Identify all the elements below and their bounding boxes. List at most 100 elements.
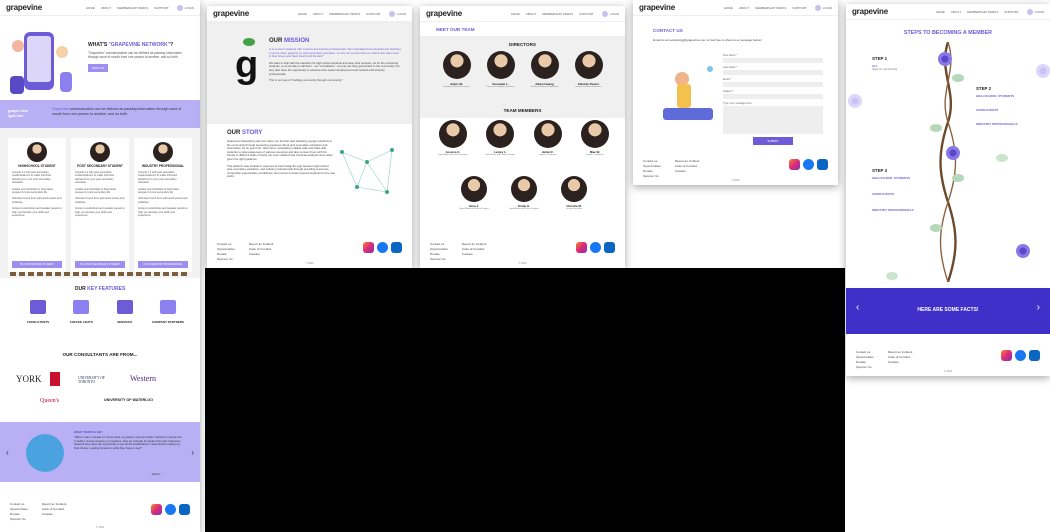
facebook-icon[interactable]	[590, 242, 601, 253]
instagram-icon[interactable]	[789, 159, 800, 170]
chevron-left-icon[interactable]: ‹	[6, 448, 9, 457]
linkedin-icon[interactable]	[391, 242, 402, 253]
nav-about[interactable]: ABOUT	[526, 12, 536, 16]
chevron-right-icon[interactable]: ›	[191, 448, 194, 457]
contact-form: First Name * Last Name * Email * Subject…	[723, 54, 823, 145]
facebook-icon[interactable]	[165, 504, 176, 515]
navbar: grapevine HOME ABOUT MEMBERSHIP PERKS SUPPO…	[633, 0, 838, 16]
brand-logo[interactable]: grapevine	[852, 7, 888, 16]
feature-coffee-chats[interactable]: COFFEE CHATS	[61, 300, 101, 324]
members-row-1: Jessica C. Digital Media and Content Desi…	[434, 120, 614, 156]
copyright: © 2022	[305, 262, 314, 265]
nav-home[interactable]: HOME	[511, 12, 520, 16]
nav-support[interactable]: SUPPORT	[792, 6, 806, 10]
brand-logo[interactable]: grapevine	[6, 3, 42, 12]
footer: Contact us Opportunities Donate Sponsor Us …	[0, 490, 200, 532]
footer: Contact us Opportunities Donate Sponsor Us …	[207, 234, 412, 268]
footer: Contact us Opportunities Donate Sponsor Us …	[846, 342, 1050, 376]
nav-about[interactable]: ABOUT	[951, 10, 961, 14]
director-card: Adam Huang Director of Financial Operatio…	[530, 51, 560, 88]
instagram-icon[interactable]	[151, 504, 162, 515]
last-name-input[interactable]	[723, 70, 823, 75]
nav-home[interactable]: HOME	[724, 6, 733, 10]
members-title: TEAM MEMBERS	[503, 108, 542, 113]
brand-logo[interactable]: grapevine	[426, 9, 462, 18]
facebook-icon[interactable]	[377, 242, 388, 253]
nav-support[interactable]: SUPPORT	[366, 12, 380, 16]
facebook-icon[interactable]	[803, 159, 814, 170]
nav-membership[interactable]: MEMBERSHIP PERKS	[117, 6, 148, 10]
home-page-card: grapevine HOME ABOUT MEMBERSHIP PERKS SU…	[0, 0, 200, 532]
linkedin-icon[interactable]	[179, 504, 190, 515]
leaf-icon	[996, 154, 1008, 162]
member-photo	[561, 176, 587, 202]
instagram-icon[interactable]	[1001, 350, 1012, 361]
nav-about[interactable]: ABOUT	[313, 12, 323, 16]
first-name-input[interactable]	[723, 58, 823, 63]
graduate-avatar-icon	[90, 142, 110, 162]
user-icon	[1026, 8, 1033, 15]
linkedin-icon[interactable]	[604, 242, 615, 253]
message-textarea[interactable]	[723, 106, 823, 134]
navbar: grapevine HOME ABOUT MEMBERSHIP PERKS SU…	[0, 0, 200, 16]
nav-support[interactable]: SUPPORT	[154, 6, 168, 10]
leaf-icon	[886, 272, 898, 280]
login-button[interactable]: LOGIN	[601, 10, 619, 17]
grape-flower-icon	[938, 52, 952, 66]
login-button[interactable]: LOGIN	[1026, 8, 1044, 15]
feature-consultants[interactable]: CONSULTANTS	[18, 300, 58, 324]
footer-col-1: Contact us Opportunities Donate Sponsor Us	[10, 502, 28, 521]
step-3: STEP 3 HIGH SCHOOL STUDENTS CONSULTANTS …	[872, 168, 914, 212]
user-icon	[814, 4, 821, 11]
nav-membership[interactable]: MEMBERSHIP PERKS	[329, 12, 360, 16]
feature-services[interactable]: SERVICES	[105, 300, 145, 324]
brand-logo[interactable]: grapevine	[213, 9, 249, 18]
members-row-2: Gina J. Digital Media and Content Designe…	[454, 176, 594, 210]
nav-about[interactable]: ABOUT	[739, 6, 749, 10]
nav-membership[interactable]: MEMBERSHIP PERKS	[542, 12, 573, 16]
navbar: grapevine HOME ABOUT MEMBERSHIP PERKS SUPPO…	[207, 6, 412, 22]
role-button[interactable]: I'M AN INDUSTRY PROFESSIONAL	[138, 261, 188, 268]
member-photo	[486, 120, 515, 148]
contact-subtitle: Email us at networking@grapevine.com or …	[653, 38, 762, 42]
nav-support[interactable]: SUPPORT	[1004, 10, 1018, 14]
instagram-icon[interactable]	[363, 242, 374, 253]
role-button[interactable]: I'M A POST SECONDARY STUDENT	[75, 261, 125, 268]
instagram-icon[interactable]	[576, 242, 587, 253]
email-input[interactable]	[723, 82, 823, 87]
grape-flower-icon	[848, 94, 862, 108]
login-button[interactable]: LOGIN	[176, 4, 194, 11]
linkedin-icon[interactable]	[817, 159, 828, 170]
nav-about[interactable]: ABOUT	[101, 6, 111, 10]
directors-title: DIRECTORS	[509, 42, 536, 47]
member-card: Emily H. Digital Media and Content Design…	[504, 176, 544, 210]
signup-button[interactable]: SIGN UP	[88, 64, 109, 73]
subject-input[interactable]	[723, 94, 823, 99]
nav-home[interactable]: HOME	[936, 10, 945, 14]
director-card: Fahrida Tanver Director of Human Resource…	[574, 51, 604, 88]
login-button[interactable]: LOGIN	[388, 10, 406, 17]
feature-company-partners[interactable]: COMPANY PARTNERS	[148, 300, 188, 324]
nav-home[interactable]: HOME	[298, 12, 307, 16]
facebook-icon[interactable]	[1015, 350, 1026, 361]
brand-logo[interactable]: grapevine	[639, 3, 675, 12]
nav-membership[interactable]: MEMBERSHIP PERKS	[755, 6, 786, 10]
meet-title: MEET OUR TEAM	[436, 27, 475, 32]
navbar: grapevine HOME ABOUT MEMBERSHIP PERKS SUPPO…	[420, 6, 625, 22]
login-button[interactable]: LOGIN	[814, 4, 832, 11]
features-title: OUR KEY FEATURES	[74, 286, 126, 292]
role-button[interactable]: I'M A HIGHSCHOOL STUDENT	[12, 261, 62, 268]
testimonial-avatar	[26, 434, 64, 472]
nav-membership[interactable]: MEMBERSHIP PERKS	[967, 10, 998, 14]
nav-home[interactable]: HOME	[86, 6, 95, 10]
submit-button[interactable]: SUBMIT	[753, 137, 793, 145]
member-photo	[461, 176, 487, 202]
mission-title: OUR MISSION	[269, 38, 310, 44]
contact-page-card: grapevine HOME ABOUT MEMBERSHIP PERKS SUPPO…	[633, 0, 838, 185]
copyright: © 2022	[943, 370, 953, 373]
nav-support[interactable]: SUPPORT	[579, 12, 593, 16]
what-title: WHAT'S "GRAPEVINE NETWORK"?	[88, 42, 174, 48]
linkedin-icon[interactable]	[1029, 350, 1040, 361]
directors-section: DIRECTORS Aiden W. Founder & Executive Di…	[420, 36, 625, 118]
about-page-card: grapevine HOME ABOUT MEMBERSHIP PERKS SUPPO…	[207, 6, 412, 268]
